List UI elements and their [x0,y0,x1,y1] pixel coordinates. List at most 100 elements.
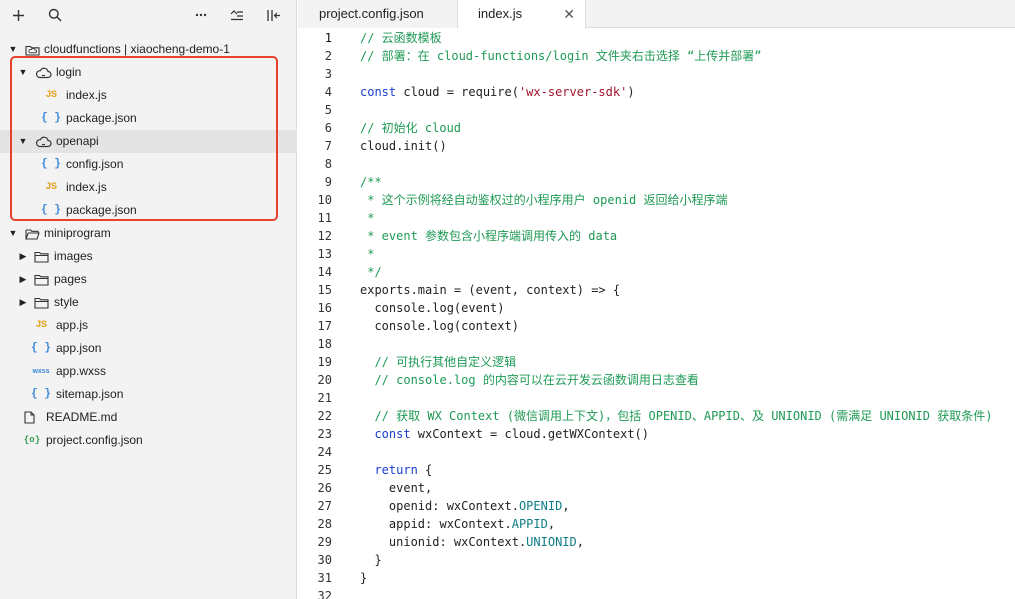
code-line[interactable]: } [360,569,1015,587]
tree-item-login-index-js[interactable]: JS index.js [0,84,297,107]
code-token: cloud = require( [396,85,519,99]
code-token: // 部署：在 cloud-functions/login 文件夹右击选择 “上… [360,49,762,63]
caret-down-icon[interactable]: ▼ [18,61,28,84]
code-line[interactable]: console.log(event) [360,299,1015,317]
collapse-icon[interactable] [227,5,247,25]
tree-item-login[interactable]: ▼ login [0,61,297,84]
code-line[interactable]: cloud.init() [360,137,1015,155]
caret-right-icon[interactable]: ▶ [18,268,28,291]
caret-down-icon[interactable]: ▼ [8,222,18,245]
tree-item-project-config-json[interactable]: {o} project.config.json [0,429,297,452]
tree-item-miniprogram[interactable]: ▼ miniprogram [0,222,297,245]
cloud-function-icon [34,61,52,84]
code-line[interactable]: // 部署：在 cloud-functions/login 文件夹右击选择 “上… [360,47,1015,65]
line-number: 15 [317,283,332,297]
tree-item-label: images [54,249,93,263]
code-token: const [360,85,397,99]
tree-item-openapi-config-json[interactable]: { } config.json [0,153,297,176]
code-line[interactable] [360,155,1015,173]
code-line[interactable] [360,389,1015,407]
code-token: // 云函数模板 [360,31,442,45]
caret-right-icon[interactable]: ▶ [18,291,28,314]
code-line[interactable]: // 初始化 cloud [360,119,1015,137]
code-token: , [547,517,556,531]
line-number: 28 [317,517,332,531]
code-line[interactable]: * [360,209,1015,227]
code-line[interactable]: * 这个示例将经自动鉴权过的小程序用户 openid 返回给小程序端 [360,191,1015,209]
plus-icon[interactable] [8,5,28,25]
code-content[interactable]: // 云函数模板 // 部署：在 cloud-functions/login 文件… [360,29,1015,599]
line-number: 5 [324,103,332,117]
json-file-icon: { } [31,342,51,354]
code-line[interactable]: // 获取 WX Context (微信调用上下文)，包括 OPENID、APP… [360,407,1015,425]
tree-item-pages[interactable]: ▶ pages [0,268,297,291]
code-line[interactable]: event, [360,479,1015,497]
code-token: return [374,463,418,477]
code-line[interactable]: * event 参数包含小程序端调用传入的 data [360,227,1015,245]
code-line[interactable]: unionid: wxContext.UNIONID, [360,533,1015,551]
code-token: // 可执行其他自定义逻辑 [374,355,517,369]
code-line[interactable]: // 可执行其他自定义逻辑 [360,353,1015,371]
tree-item-label: app.wxss [56,364,107,378]
code-token: * event 参数包含小程序端调用传入的 data [360,229,618,243]
tree-item-app-json[interactable]: { } app.json [0,337,297,360]
code-line[interactable]: openid: wxContext.OPENID, [360,497,1015,515]
tab-project-config-json[interactable]: project.config.json [298,0,458,28]
tree-item-style[interactable]: ▶ style [0,291,297,314]
tree-item-openapi-package-json[interactable]: { } package.json [0,199,297,222]
close-icon[interactable]: ✕ [563,0,575,28]
split-icon[interactable] [264,5,284,25]
line-number: 13 [317,247,332,261]
tree-item-app-js[interactable]: JS app.js [0,314,297,337]
line-number: 32 [317,589,332,599]
tab-index-js[interactable]: index.js ✕ [458,0,586,29]
line-number: 18 [317,337,332,351]
code-line[interactable]: return { [360,461,1015,479]
line-number: 6 [324,121,332,135]
code-token: console.log(context) [360,319,519,333]
caret-down-icon[interactable]: ▼ [18,130,28,153]
code-line[interactable]: console.log(context) [360,317,1015,335]
json-file-icon: { } [41,204,61,216]
tree-item-app-wxss[interactable]: wxss app.wxss [0,360,297,383]
code-line[interactable] [360,587,1015,599]
code-line[interactable] [360,101,1015,119]
code-line[interactable]: const wxContext = cloud.getWXContext() [360,425,1015,443]
code-line[interactable]: exports.main = (event, context) => { [360,281,1015,299]
code-line[interactable]: // console.log 的内容可以在云开发云函数调用日志查看 [360,371,1015,389]
code-token: ) [627,85,635,99]
json-file-icon: { } [31,388,51,400]
code-line[interactable] [360,65,1015,83]
tree-item-cloudfunctions[interactable]: ▼ cloudfunctions | xiaocheng-demo-1 [0,38,297,61]
code-line[interactable]: // 云函数模板 [360,29,1015,47]
line-number: 31 [317,571,332,585]
folder-icon [33,268,49,291]
tree-item-sitemap-json[interactable]: { } sitemap.json [0,383,297,406]
code-line[interactable]: const cloud = require('wx-server-sdk') [360,83,1015,101]
caret-right-icon[interactable]: ▶ [18,245,28,268]
line-number: 9 [324,175,332,189]
tree-item-images[interactable]: ▶ images [0,245,297,268]
search-icon[interactable] [45,5,65,25]
tree-item-label: login [56,65,82,79]
cloud-function-icon [34,130,52,153]
code-editor[interactable]: 1 2 3 4 5 6 7 8 9 10 11 12 13 14 15 16 17 18 19 20 21 22 23 24 2… [298,29,1015,599]
code-line[interactable]: /** [360,173,1015,191]
code-token: appid: wxContext. [360,517,512,531]
file-tree: ▼ cloudfunctions | xiaocheng-demo-1 ▼ lo… [0,38,297,452]
more-icon[interactable] [191,5,211,25]
line-number: 2 [324,49,332,63]
line-number: 1 [324,31,332,45]
tree-item-readme[interactable]: README.md [0,406,297,429]
tree-item-openapi[interactable]: ▼ openapi [0,130,297,153]
code-line[interactable] [360,443,1015,461]
tree-item-login-package-json[interactable]: { } package.json [0,107,297,130]
code-line[interactable]: } [360,551,1015,569]
code-line[interactable]: */ [360,263,1015,281]
code-token: openid: wxContext. [360,499,519,513]
caret-down-icon[interactable]: ▼ [8,38,18,61]
code-line[interactable] [360,335,1015,353]
code-line[interactable]: appid: wxContext.APPID, [360,515,1015,533]
code-line[interactable]: * [360,245,1015,263]
tree-item-openapi-index-js[interactable]: JS index.js [0,176,297,199]
